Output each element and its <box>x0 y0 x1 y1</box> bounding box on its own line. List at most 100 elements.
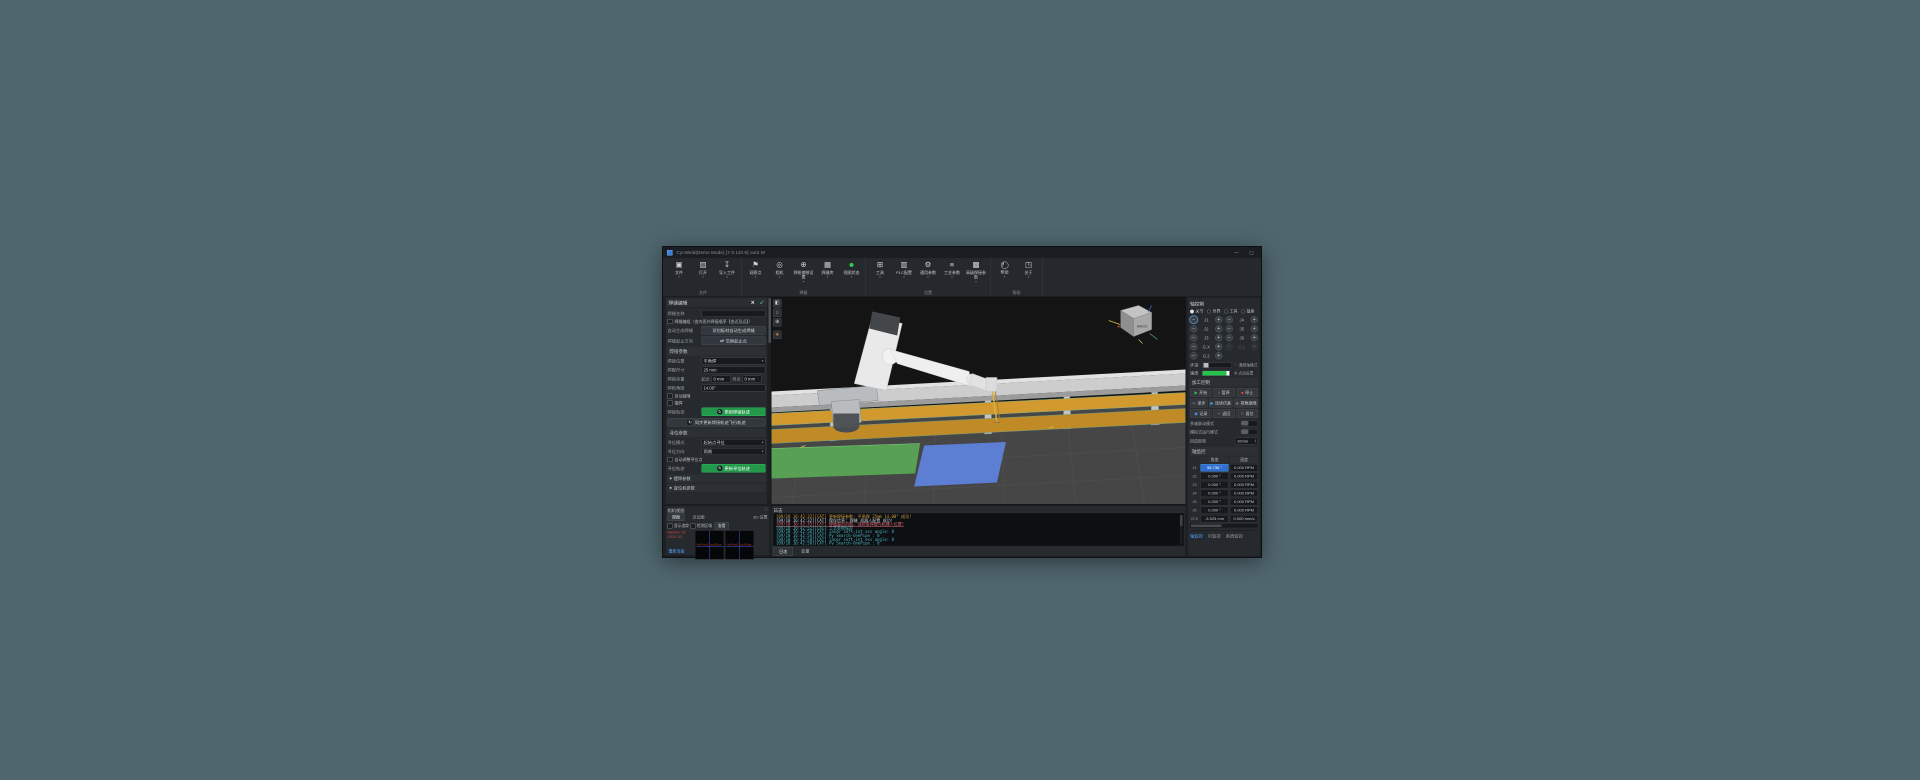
axis-table-row[interactable]: J1 98.736 ° 0.000 RPM <box>1190 464 1258 472</box>
process-button[interactable]: ◉ 视角跟随 <box>1234 398 1258 408</box>
find-mode-dropdown[interactable]: 起始点寻位 ▾ <box>701 439 766 446</box>
robot-icon[interactable]: ◈ <box>773 330 782 339</box>
ribbon-button[interactable]: ● 视图状态 ▾ <box>841 260 863 291</box>
jog-plus-button[interactable]: + <box>1214 316 1223 324</box>
jog-minus-button[interactable]: − <box>1225 343 1233 351</box>
camera-tab[interactable]: 点云图 <box>689 514 709 521</box>
process-button[interactable]: ↩ 返回 <box>1213 409 1235 418</box>
weld-group-checkbox[interactable] <box>667 319 673 324</box>
maximize-button[interactable]: ▢ <box>1246 249 1257 257</box>
home-view-icon[interactable]: ⌂ <box>773 308 782 317</box>
jog-plus-button[interactable]: + <box>1250 316 1258 324</box>
end-input[interactable] <box>742 375 762 383</box>
find-direction-dropdown[interactable]: 两侧 ▾ <box>701 448 766 455</box>
jog-settings-link[interactable]: ⚙ 点动设置 <box>1234 370 1253 376</box>
view-button[interactable]: 查看 <box>714 522 729 530</box>
reconnect-link[interactable]: 重新连接 <box>669 549 685 555</box>
zoom-fit-icon[interactable]: ⊕ <box>773 318 782 327</box>
multi-axis-toggle[interactable] <box>1240 420 1258 427</box>
process-button[interactable]: ▶ 开始 <box>1190 388 1212 397</box>
jog-plus-button[interactable]: + <box>1250 343 1258 351</box>
auto-generate-button[interactable]: 识别板材自动生成焊缝 <box>701 326 766 335</box>
ribbon-button[interactable]: ≡ 工艺参数 ▾ <box>941 260 963 291</box>
swap-endpoints-button[interactable]: ⇄ 交换起止点 <box>701 336 766 345</box>
right-panel-tab[interactable]: 轴监控 <box>1190 533 1203 539</box>
expand-icon[interactable]: ∷ <box>765 508 768 514</box>
ribbon-button[interactable]: ? 帮助 ▾ <box>994 260 1016 291</box>
camera-thumbnail[interactable]: NoPointCloudData <box>725 530 754 560</box>
ribbon-button[interactable]: ↧ 导入工件 ▾ <box>716 260 738 291</box>
ribbon-button[interactable]: ▦ 焊缝库 ▾ <box>817 260 839 291</box>
jog-minus-button[interactable]: − <box>1225 325 1233 333</box>
ribbon-button[interactable]: ▣ 文件 ▾ <box>668 260 690 291</box>
3d-scene[interactable]: BACK <box>771 297 1186 505</box>
jog-plus-button[interactable]: + <box>1214 334 1223 342</box>
log-tab[interactable]: 变量 <box>796 547 815 556</box>
update-find-track-button[interactable]: ↻ 更新寻位轨迹 <box>701 464 766 473</box>
jog-minus-button[interactable]: − <box>1190 343 1198 351</box>
ribbon-button[interactable]: ▥ PLC配置 ▾ <box>893 260 915 291</box>
ribbon-button[interactable]: ◳ 关于 ▾ <box>1018 260 1040 291</box>
sync-update-track-button[interactable]: ↻ 同步更新焊接轨迹飞行轨迹 <box>667 418 766 427</box>
sim-run-toggle[interactable] <box>1240 429 1258 435</box>
start-input[interactable] <box>711 375 731 383</box>
viewport-3d[interactable]: BACK ◧ ⌂ ⊕ ◈ <box>771 297 1186 505</box>
ribbon-button[interactable]: ⚑ 观察点 ▾ <box>745 260 767 291</box>
update-weld-track-button[interactable]: ↻ 更新焊接轨迹 <box>701 407 766 416</box>
axis-mode-text[interactable]: ⋯ 通用轴模式 <box>1234 362 1258 368</box>
log-area[interactable]: [09/18 16:42:32][CAT] 更新焊接参数: 平角焊 25mm 1… <box>773 513 1184 546</box>
log-scrollbar[interactable] <box>1180 515 1183 544</box>
weld-position-dropdown[interactable]: 平角焊 ▾ <box>701 357 766 365</box>
right-panel-tab[interactable]: IO监控 <box>1208 533 1221 539</box>
coordinate-mode-radio[interactable]: 世界 <box>1207 309 1221 315</box>
show-tracking-checkbox[interactable] <box>667 523 673 529</box>
axis-table-row[interactable]: J3 0.000 ° 0.000 RPM <box>1190 481 1258 489</box>
axis-table-row[interactable]: G.X -3.525 mm 0.000 mm/s <box>1190 515 1258 523</box>
weave-checkbox[interactable] <box>667 400 673 406</box>
auto-adjust-find-checkbox[interactable] <box>667 457 673 462</box>
ribbon-button[interactable]: ▩ 高级焊接参数 ▾ <box>965 260 987 291</box>
jog-plus-button[interactable]: + <box>1214 325 1223 333</box>
spinner-icon[interactable]: ▴ ▾ <box>1255 439 1256 444</box>
auto-avoid-checkbox[interactable] <box>667 393 673 399</box>
title-bar[interactable]: CycWeld(Demo Mode) [7.0.110.6] out2.W — … <box>663 247 1261 258</box>
speed-slider[interactable] <box>1202 370 1232 376</box>
process-button[interactable]: ↻ 复位 <box>1236 409 1258 418</box>
jog-minus-button[interactable]: − <box>1190 352 1198 360</box>
ribbon-button[interactable]: ▨ 打开 ▾ <box>692 260 714 291</box>
axis-table-row[interactable]: J2 0.000 ° 0.000 RPM <box>1190 472 1258 480</box>
ribbon-button[interactable]: ◎ 相机 ▾ <box>769 260 791 291</box>
camera-tab[interactable]: 视图 <box>667 513 685 521</box>
process-button[interactable]: ▶ 连续仿真 <box>1208 398 1233 408</box>
coordinate-mode-radio[interactable]: 工具 <box>1224 309 1238 315</box>
confirm-check-icon[interactable]: ✓ <box>759 299 764 306</box>
view-cube-icon[interactable]: ◧ <box>773 299 782 308</box>
process-button[interactable]: ‖ 暂停 <box>1213 388 1235 397</box>
process-button[interactable]: ≫ 单步 <box>1190 398 1208 408</box>
log-tab[interactable]: 日志 <box>773 547 794 556</box>
ribbon-button[interactable]: ⊞ 工具 ▾ <box>869 260 891 291</box>
table-horizontal-scrollbar[interactable] <box>1190 524 1258 528</box>
axis-table-row[interactable]: J4 0.000 ° 0.000 RPM <box>1190 489 1258 497</box>
right-panel-tab[interactable]: 系统监控 <box>1226 533 1243 539</box>
step-slider[interactable] <box>1202 362 1232 368</box>
torch-angle-input[interactable] <box>701 384 766 392</box>
jog-minus-button[interactable]: − <box>1190 316 1198 324</box>
axis-table-row[interactable]: J5 0.000 ° 0.000 RPM <box>1190 498 1258 506</box>
jog-minus-button[interactable]: − <box>1225 334 1233 342</box>
detect-region-checkbox[interactable] <box>690 523 696 529</box>
coordinate-mode-radio[interactable]: 关节 <box>1190 309 1204 315</box>
process-button[interactable]: ◉ 记录 <box>1190 409 1212 418</box>
jog-plus-button[interactable]: + <box>1250 334 1258 342</box>
close-icon[interactable]: × <box>751 299 755 306</box>
ribbon-button[interactable]: ⊕ 焊枪偏移设置 ▾ <box>793 260 815 291</box>
weave-params-collapsed[interactable]: ■ 摆焊参数 <box>667 474 766 483</box>
backoff-select[interactable]: 10mm ▴ ▾ <box>1235 437 1258 445</box>
jog-plus-button[interactable]: + <box>1250 325 1258 333</box>
ribbon-button[interactable]: ⚙ 通用参数 ▾ <box>917 260 939 291</box>
camera-3d-settings-tab[interactable]: 3D-设置 <box>753 515 767 521</box>
jog-plus-button[interactable]: + <box>1215 343 1223 351</box>
weld-size-input[interactable] <box>701 366 766 374</box>
jog-minus-button[interactable]: − <box>1190 325 1198 333</box>
coordinate-mode-radio[interactable]: 基座 <box>1241 309 1255 315</box>
